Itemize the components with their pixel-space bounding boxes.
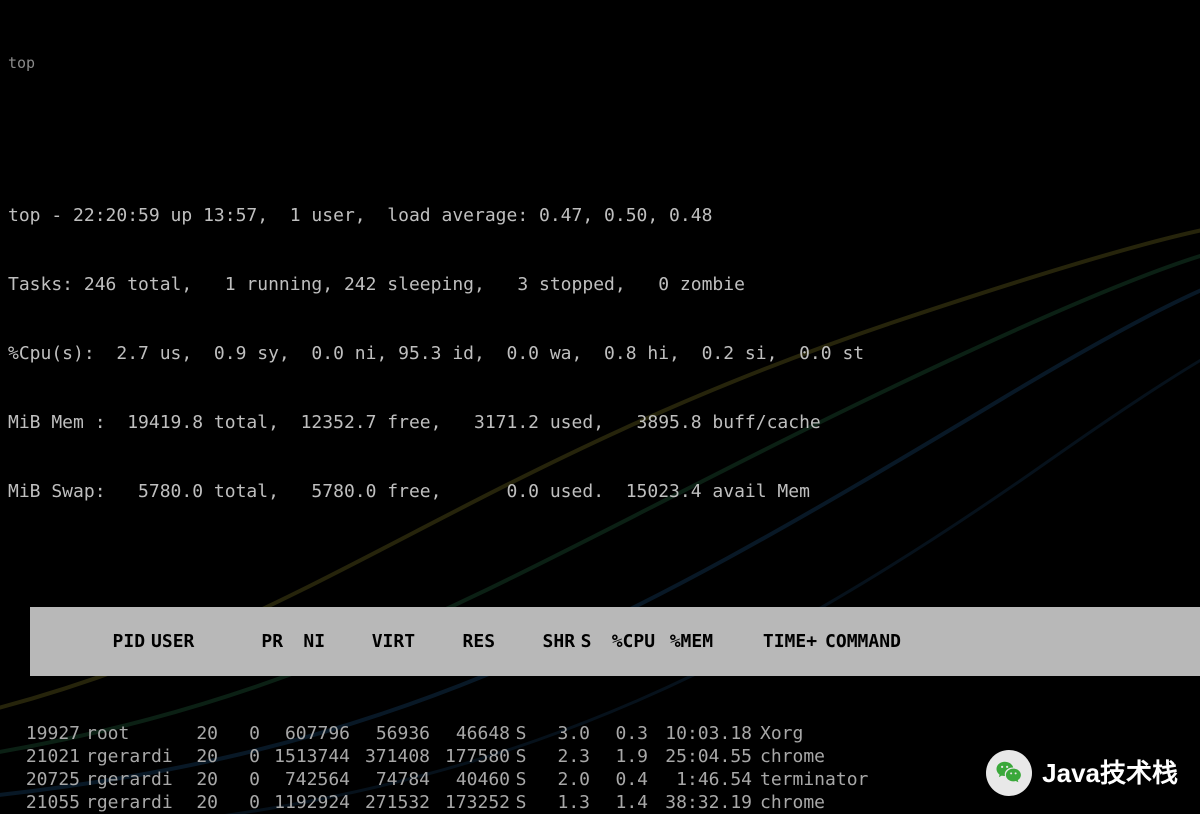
col-time: TIME+	[713, 630, 817, 653]
col-user: USER	[145, 630, 241, 653]
cell-shr: 40460	[430, 768, 510, 791]
window-title: top	[8, 52, 1192, 75]
cell-cmd: terminator	[752, 768, 868, 791]
cell-s: S	[510, 768, 532, 791]
cell-pr: 20	[176, 745, 218, 768]
table-row: 19927root2006077965693646648S3.00.310:03…	[8, 722, 1192, 745]
summary-block: top - 22:20:59 up 13:57, 1 user, load av…	[8, 158, 1192, 549]
cell-s: S	[510, 745, 532, 768]
cell-shr: 177580	[430, 745, 510, 768]
cell-virt: 1192924	[260, 791, 350, 814]
watermark-text: Java技术栈	[1042, 762, 1178, 785]
summary-tasks: Tasks: 246 total, 1 running, 242 sleepin…	[8, 273, 1192, 296]
col-cmd: COMMAND	[817, 630, 901, 653]
summary-mem: MiB Mem : 19419.8 total, 12352.7 free, 3…	[8, 411, 1192, 434]
cell-cpu: 1.3	[532, 791, 590, 814]
cell-ni: 0	[218, 791, 260, 814]
cell-s: S	[510, 791, 532, 814]
cell-user: rgerardi	[80, 745, 176, 768]
col-virt: VIRT	[325, 630, 415, 653]
summary-uptime: top - 22:20:59 up 13:57, 1 user, load av…	[8, 204, 1192, 227]
cell-ni: 0	[218, 768, 260, 791]
cell-pid: 21055	[8, 791, 80, 814]
cell-time: 10:03.18	[648, 722, 752, 745]
cell-pr: 20	[176, 722, 218, 745]
cell-pr: 20	[176, 768, 218, 791]
cell-shr: 46648	[430, 722, 510, 745]
cell-virt: 607796	[260, 722, 350, 745]
cell-mem: 0.3	[590, 722, 648, 745]
cell-pid: 20725	[8, 768, 80, 791]
cell-cpu: 2.3	[532, 745, 590, 768]
cell-time: 1:46.54	[648, 768, 752, 791]
col-s: S	[575, 630, 597, 653]
cell-ni: 0	[218, 722, 260, 745]
cell-user: root	[80, 722, 176, 745]
cell-time: 38:32.19	[648, 791, 752, 814]
cell-res: 271532	[350, 791, 430, 814]
cell-s: S	[510, 722, 532, 745]
process-table-header: PIDUSERPRNIVIRTRESSHRS%CPU%MEMTIME+COMMA…	[30, 607, 1200, 676]
cell-pr: 20	[176, 791, 218, 814]
cell-time: 25:04.55	[648, 745, 752, 768]
col-cpu: %CPU	[597, 630, 655, 653]
col-shr: SHR	[495, 630, 575, 653]
cell-ni: 0	[218, 745, 260, 768]
cell-virt: 1513744	[260, 745, 350, 768]
cell-mem: 1.4	[590, 791, 648, 814]
cell-cmd: chrome	[752, 791, 825, 814]
col-pid: PID	[73, 630, 145, 653]
col-pr: PR	[241, 630, 283, 653]
cell-user: rgerardi	[80, 791, 176, 814]
watermark: Java技术栈	[986, 750, 1178, 796]
terminal-output[interactable]: top top - 22:20:59 up 13:57, 1 user, loa…	[0, 0, 1200, 814]
cell-res: 56936	[350, 722, 430, 745]
cell-cmd: chrome	[752, 745, 825, 768]
cell-mem: 1.9	[590, 745, 648, 768]
cell-res: 74784	[350, 768, 430, 791]
cell-res: 371408	[350, 745, 430, 768]
col-ni: NI	[283, 630, 325, 653]
summary-cpu: %Cpu(s): 2.7 us, 0.9 sy, 0.0 ni, 95.3 id…	[8, 342, 1192, 365]
summary-swap: MiB Swap: 5780.0 total, 5780.0 free, 0.0…	[8, 480, 1192, 503]
cell-mem: 0.4	[590, 768, 648, 791]
cell-cmd: Xorg	[752, 722, 803, 745]
cell-shr: 173252	[430, 791, 510, 814]
wechat-icon	[986, 750, 1032, 796]
col-mem: %MEM	[655, 630, 713, 653]
cell-cpu: 3.0	[532, 722, 590, 745]
cell-user: rgerardi	[80, 768, 176, 791]
cell-pid: 19927	[8, 722, 80, 745]
cell-cpu: 2.0	[532, 768, 590, 791]
cell-pid: 21021	[8, 745, 80, 768]
cell-virt: 742564	[260, 768, 350, 791]
col-res: RES	[415, 630, 495, 653]
